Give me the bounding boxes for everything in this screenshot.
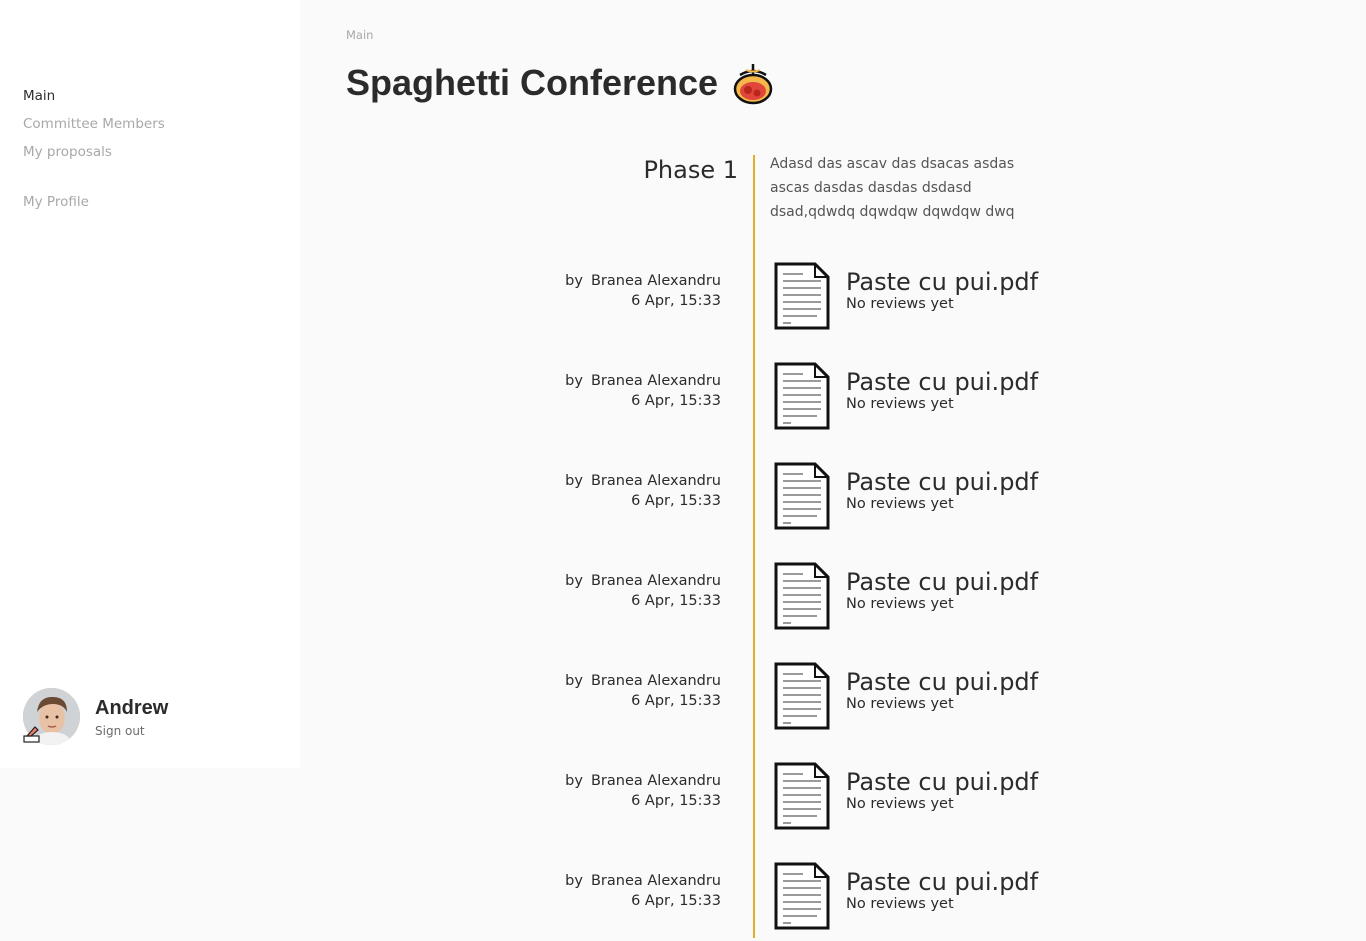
proposal-meta: by Branea Alexandru 6 Apr, 15:33	[565, 371, 721, 411]
by-label: by	[565, 673, 583, 689]
sidebar-item-committee-members[interactable]: Committee Members	[23, 110, 165, 138]
document-icon[interactable]	[773, 361, 831, 431]
sidebar-item-main[interactable]: Main	[23, 82, 165, 110]
proposal-date: 6 Apr, 15:33	[631, 393, 721, 409]
proposal-review-status: No reviews yet	[846, 796, 954, 812]
proposal-date: 6 Apr, 15:33	[631, 493, 721, 509]
proposal-meta: by Branea Alexandru 6 Apr, 15:33	[565, 571, 721, 611]
sidebar-item-my-proposals[interactable]: My proposals	[23, 138, 165, 166]
by-label: by	[565, 273, 583, 289]
proposal-meta: by Branea Alexandru 6 Apr, 15:33	[565, 471, 721, 511]
breadcrumb[interactable]: Main	[346, 28, 373, 42]
document-icon[interactable]	[773, 561, 831, 631]
proposal-author: Branea Alexandru	[590, 473, 721, 489]
proposal-review-status: No reviews yet	[846, 396, 954, 412]
proposal-entry: by Branea Alexandru 6 Apr, 15:33 Paste cu…	[0, 261, 1366, 341]
proposal-author: Branea Alexandru	[590, 573, 721, 589]
by-label: by	[565, 473, 583, 489]
proposal-author: Branea Alexandru	[590, 373, 721, 389]
document-icon[interactable]	[773, 861, 831, 931]
document-icon[interactable]	[773, 461, 831, 531]
phase-title: Phase 1	[643, 156, 738, 184]
phase-description: Adasd das ascav das dsacas asdas ascas d…	[770, 156, 1015, 220]
sidebar-nav: Main Committee Members My proposals My P…	[23, 82, 165, 216]
document-icon[interactable]	[773, 661, 831, 731]
title-row: Spaghetti Conference	[346, 58, 774, 108]
proposal-date: 6 Apr, 15:33	[631, 593, 721, 609]
by-label: by	[565, 773, 583, 789]
proposal-review-status: No reviews yet	[846, 896, 954, 912]
by-label: by	[565, 573, 583, 589]
proposal-meta: by Branea Alexandru 6 Apr, 15:33	[565, 271, 721, 311]
proposal-review-status: No reviews yet	[846, 596, 954, 612]
proposal-entry: by Branea Alexandru 6 Apr, 15:33 Paste cu…	[0, 861, 1366, 941]
proposal-file-link[interactable]: Paste cu pui.pdf	[846, 465, 1038, 499]
proposal-review-status: No reviews yet	[846, 696, 954, 712]
proposal-date: 6 Apr, 15:33	[631, 693, 721, 709]
document-icon[interactable]	[773, 261, 831, 331]
proposal-file-link[interactable]: Paste cu pui.pdf	[846, 765, 1038, 799]
proposal-review-status: No reviews yet	[846, 496, 954, 512]
proposal-review-status: No reviews yet	[846, 296, 954, 312]
proposal-author: Branea Alexandru	[590, 773, 721, 789]
proposal-author: Branea Alexandru	[590, 273, 721, 289]
proposal-author: Branea Alexandru	[590, 873, 721, 889]
proposal-entry: by Branea Alexandru 6 Apr, 15:33 Paste cu…	[0, 761, 1366, 841]
proposal-meta: by Branea Alexandru 6 Apr, 15:33	[565, 771, 721, 811]
proposal-file-link[interactable]: Paste cu pui.pdf	[846, 365, 1038, 399]
sidebar-item-my-profile[interactable]: My Profile	[23, 188, 165, 216]
proposal-meta: by Branea Alexandru 6 Apr, 15:33	[565, 671, 721, 711]
proposal-file-link[interactable]: Paste cu pui.pdf	[846, 865, 1038, 899]
proposal-file-link[interactable]: Paste cu pui.pdf	[846, 665, 1038, 699]
proposal-file-link[interactable]: Paste cu pui.pdf	[846, 565, 1038, 599]
page-title: Spaghetti Conference	[346, 62, 719, 103]
proposal-author: Branea Alexandru	[590, 673, 721, 689]
proposal-entry: by Branea Alexandru 6 Apr, 15:33 Paste cu…	[0, 461, 1366, 541]
proposal-file-link[interactable]: Paste cu pui.pdf	[846, 265, 1038, 299]
proposal-meta: by Branea Alexandru 6 Apr, 15:33	[565, 871, 721, 911]
proposal-entry: by Branea Alexandru 6 Apr, 15:33 Paste cu…	[0, 661, 1366, 741]
proposal-date: 6 Apr, 15:33	[631, 793, 721, 809]
proposal-date: 6 Apr, 15:33	[631, 293, 721, 309]
proposal-entry: by Branea Alexandru 6 Apr, 15:33 Paste cu…	[0, 561, 1366, 641]
proposal-date: 6 Apr, 15:33	[631, 893, 721, 909]
document-icon[interactable]	[773, 761, 831, 831]
by-label: by	[565, 373, 583, 389]
proposal-entry: by Branea Alexandru 6 Apr, 15:33 Paste cu…	[0, 361, 1366, 441]
spaghetti-bowl-icon	[733, 64, 773, 105]
by-label: by	[565, 873, 583, 889]
